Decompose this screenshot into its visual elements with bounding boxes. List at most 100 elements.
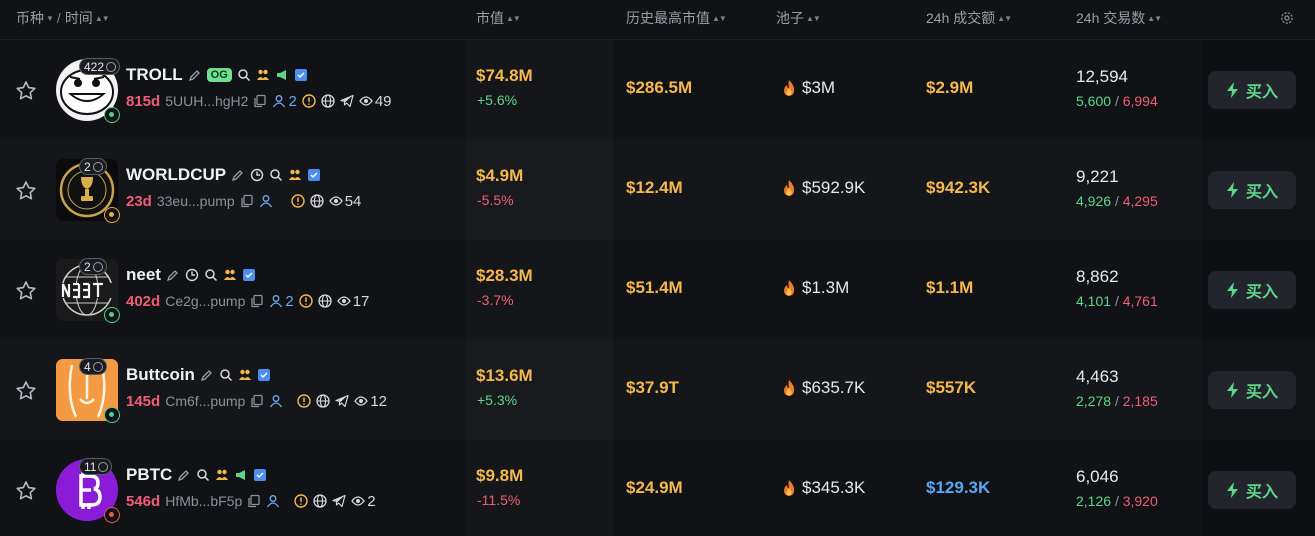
copy-icon[interactable] <box>247 494 261 508</box>
eye-icon <box>354 396 369 406</box>
buys-count: 4,926 <box>1076 193 1112 209</box>
copy-icon[interactable] <box>250 394 264 408</box>
website-globe-icon[interactable] <box>316 394 330 408</box>
header-coin[interactable]: 币种 <box>16 8 44 28</box>
header-mcap[interactable]: 市值 ▲▼ <box>476 0 521 36</box>
lightning-icon <box>1226 482 1238 498</box>
views-counter: 2 <box>351 493 376 510</box>
header-coin-time[interactable]: 币种 ▼ / 时间 ▲▼ <box>16 0 110 36</box>
token-age: 815d <box>126 92 161 110</box>
warning-icon[interactable] <box>291 194 305 208</box>
token-name[interactable]: neet <box>126 265 161 285</box>
buys-sells-separator: / <box>1114 393 1119 409</box>
token-row[interactable]: 422 TROLL OG 815d 5UUH...hgH2 2 49 $74.8… <box>0 40 1315 140</box>
token-name[interactable]: PBTC <box>126 465 172 485</box>
header-pool[interactable]: 池子 ▲▼ <box>776 0 821 36</box>
header-time[interactable]: 时间 <box>65 8 93 28</box>
warning-icon[interactable] <box>299 294 313 308</box>
favorite-star-icon[interactable] <box>14 179 38 203</box>
token-name[interactable]: WORLDCUP <box>126 165 226 185</box>
buy-button[interactable]: 买入 <box>1208 471 1296 509</box>
favorite-star-icon[interactable] <box>14 279 38 303</box>
verified-badge-icon <box>242 269 255 281</box>
edit-pencil-icon[interactable] <box>166 268 180 282</box>
txs-24h: 6,046 <box>1076 467 1119 486</box>
warning-icon[interactable] <box>294 494 308 508</box>
token-row[interactable]: 11 PBTC 546d HfMb...bF5p 2 $9.8M -11.5% … <box>0 440 1315 536</box>
contract-address: 33eu...pump <box>156 193 235 209</box>
website-globe-icon[interactable] <box>310 194 324 208</box>
token-avatar[interactable]: 11 <box>56 458 120 523</box>
token-row[interactable]: 4 Buttcoin 145d Cm6f...pump 12 $13.6M +5… <box>0 340 1315 440</box>
market-cap-change: +5.3% <box>477 392 518 408</box>
views-count: 49 <box>374 92 392 110</box>
holders-badge: 11 <box>79 458 113 475</box>
search-icon[interactable] <box>219 368 233 382</box>
buys-sells-separator: / <box>1114 493 1119 509</box>
warning-icon[interactable] <box>297 394 312 408</box>
buys-count: 4,101 <box>1076 293 1112 309</box>
copy-icon[interactable] <box>250 294 264 308</box>
buy-sell-counts: 2,126 / 3,920 <box>1076 493 1158 509</box>
edit-pencil-icon[interactable] <box>231 168 245 182</box>
buy-label: 买入 <box>1245 184 1278 201</box>
token-row[interactable]: 2 neet 402d Ce2g...pump 2 17 $28.3M -3.7… <box>0 240 1315 340</box>
edit-pencil-icon[interactable] <box>188 68 202 82</box>
search-icon[interactable] <box>237 68 251 82</box>
search-icon[interactable] <box>269 168 283 182</box>
website-globe-icon[interactable] <box>313 494 327 508</box>
pool-liquidity: $635.7K <box>782 378 865 398</box>
txs-24h: 8,862 <box>1076 267 1119 286</box>
telegram-icon[interactable] <box>335 394 349 408</box>
favorite-star-icon[interactable] <box>14 379 38 403</box>
token-row[interactable]: 2 WORLDCUP 23d 33eu...pump 54 $4.9M -5.5… <box>0 140 1315 240</box>
buy-sell-counts: 4,101 / 4,761 <box>1076 293 1158 309</box>
holder-count: 2 <box>288 92 297 110</box>
holders-link[interactable]: 2 <box>269 293 294 310</box>
community-icon <box>289 169 302 180</box>
search-icon[interactable] <box>204 268 218 282</box>
search-icon[interactable] <box>196 468 210 482</box>
edit-pencil-icon[interactable] <box>200 368 214 382</box>
fire-icon <box>784 280 795 296</box>
user-icon[interactable] <box>269 394 283 408</box>
settings-gear-icon[interactable] <box>1279 10 1295 26</box>
header-txs[interactable]: 24h 交易数 ▲▼ <box>1076 0 1162 36</box>
copy-icon[interactable] <box>253 94 267 108</box>
token-name[interactable]: Buttcoin <box>126 365 195 385</box>
user-icon[interactable] <box>259 194 273 208</box>
pool-value: $1.3M <box>802 278 850 297</box>
edit-pencil-icon[interactable] <box>177 468 191 482</box>
token-avatar[interactable]: 2 <box>56 258 120 323</box>
pool-liquidity: $1.3M <box>782 278 849 298</box>
buy-button[interactable]: 买入 <box>1208 171 1296 209</box>
token-name[interactable]: TROLL <box>126 65 183 85</box>
warning-icon[interactable] <box>302 94 316 108</box>
pool-value: $635.7K <box>802 378 866 397</box>
token-avatar[interactable]: 4 <box>56 358 120 423</box>
buy-button[interactable]: 买入 <box>1208 271 1296 309</box>
buy-button[interactable]: 买入 <box>1208 71 1296 109</box>
contract-address: 5UUH...hgH2 <box>165 93 249 109</box>
header-pool-label: 池子 <box>776 10 804 26</box>
telegram-icon[interactable] <box>340 94 354 108</box>
token-avatar[interactable]: 422 <box>56 58 121 123</box>
buy-button[interactable]: 买入 <box>1208 371 1296 409</box>
copy-icon[interactable] <box>240 194 254 208</box>
sort-icon: ▲▼ <box>506 13 521 23</box>
favorite-star-icon[interactable] <box>14 79 38 103</box>
website-globe-icon[interactable] <box>321 94 335 108</box>
token-avatar[interactable]: 2 <box>56 158 120 223</box>
buy-sell-counts: 5,600 / 6,994 <box>1076 93 1158 109</box>
contract-address: HfMb...bF5p <box>165 493 243 509</box>
buy-label: 买入 <box>1245 384 1278 401</box>
header-ath[interactable]: 历史最高市值 ▲▼ <box>626 0 727 36</box>
holders-link[interactable]: 2 <box>272 92 297 110</box>
header-volume[interactable]: 24h 成交额 ▲▼ <box>926 0 1012 36</box>
telegram-icon[interactable] <box>332 494 346 508</box>
ath-market-cap: $24.9M <box>626 478 683 497</box>
website-globe-icon[interactable] <box>318 294 332 308</box>
sells-count: 4,295 <box>1122 193 1158 209</box>
favorite-star-icon[interactable] <box>14 479 38 503</box>
user-icon[interactable] <box>266 494 280 508</box>
